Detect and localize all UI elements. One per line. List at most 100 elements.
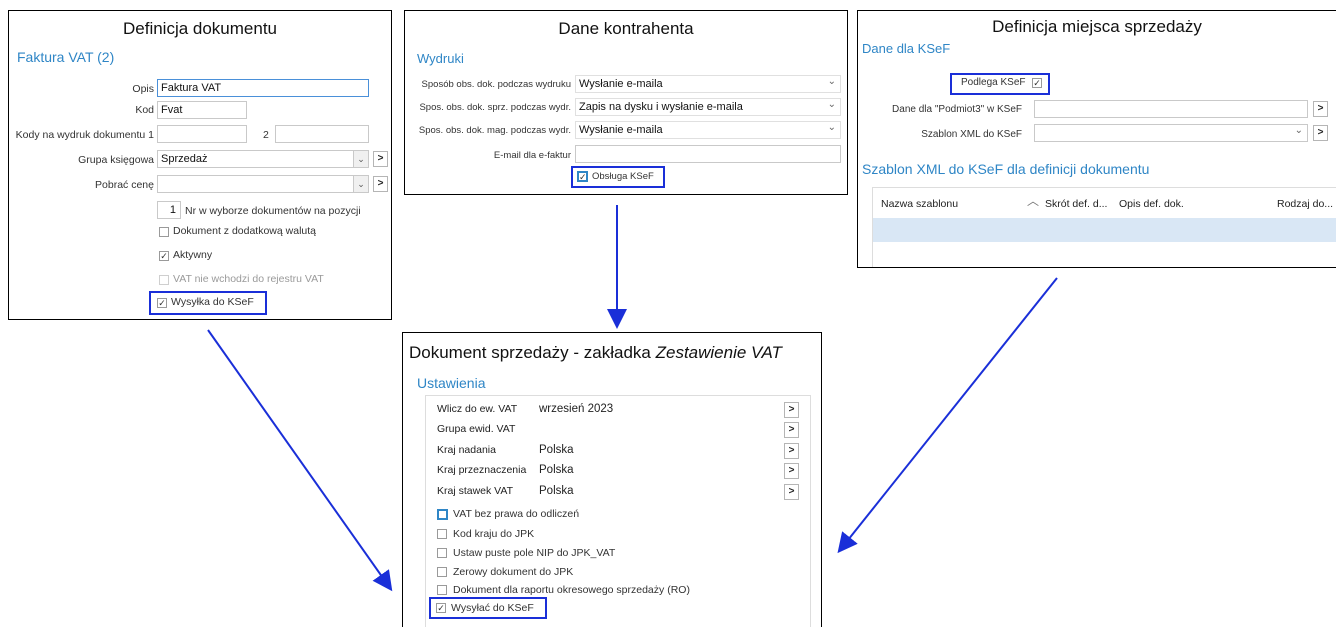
zerowy-label: Zerowy dokument do JPK bbox=[453, 566, 574, 578]
panel-title: Dane kontrahenta bbox=[558, 19, 694, 38]
title-italic: Zestawienie VAT bbox=[655, 343, 782, 362]
grupa-ewid-open-button[interactable]: > bbox=[784, 422, 799, 438]
podmiot-label: Dane dla "Podmiot3" w KSeF bbox=[892, 104, 1022, 115]
vat-rejestr-checkbox[interactable] bbox=[159, 275, 169, 285]
kod-kraju-checkbox[interactable] bbox=[437, 529, 447, 539]
row-kraj-stawek-value: Polska bbox=[539, 485, 574, 497]
vat-bez-prawa-label: VAT bez prawa do odliczeń bbox=[453, 508, 580, 520]
chevron-down-icon[interactable]: ⌄ bbox=[353, 176, 368, 192]
panel-dokument-sprzedazy: Dokument sprzedaży - zakładka Zestawieni… bbox=[402, 332, 822, 627]
title-main: Dokument sprzedaży - zakładka bbox=[409, 343, 656, 362]
raport-ro-label: Dokument dla raportu okresowego sprzedaż… bbox=[453, 584, 690, 596]
wydruk-row-3-select[interactable]: Wysłanie e-maila ⌄ bbox=[575, 121, 841, 139]
wysylac-ksef-checkbox[interactable]: ✓ bbox=[436, 603, 446, 613]
section-title: Dane dla KSeF bbox=[862, 41, 951, 56]
puste-nip-checkbox[interactable] bbox=[437, 548, 447, 558]
section-title: Faktura VAT (2) bbox=[17, 49, 115, 65]
nr-input[interactable]: 1 bbox=[157, 201, 181, 219]
col-rodzaj[interactable]: Rodzaj do... bbox=[1277, 198, 1333, 210]
row-kraj-przezn-value: Polska bbox=[539, 464, 574, 476]
podmiot-open-button[interactable]: > bbox=[1313, 101, 1328, 117]
chevron-down-icon[interactable]: ⌄ bbox=[1295, 125, 1303, 140]
row-kraj-przezn-label: Kraj przeznaczenia bbox=[437, 464, 527, 476]
waluta-checkbox[interactable] bbox=[159, 227, 169, 237]
szablon-open-button[interactable]: > bbox=[1313, 125, 1328, 141]
kraj-stawek-open-button[interactable]: > bbox=[784, 484, 799, 500]
opis-label: Opis bbox=[132, 83, 154, 95]
email-label: E-mail dla e-faktur bbox=[493, 150, 571, 161]
aktywny-checkbox[interactable]: ✓ bbox=[159, 251, 169, 261]
email-input[interactable] bbox=[575, 145, 841, 163]
wydruk-row-3-label: Spos. obs. dok. mag. podczas wydr. bbox=[418, 125, 571, 136]
pobrac-select[interactable]: ⌄ bbox=[157, 175, 369, 193]
section-title: Wydruki bbox=[417, 51, 464, 66]
wydruk-row-1-select[interactable]: Wysłanie e-maila ⌄ bbox=[575, 75, 841, 93]
kody-num-2: 2 bbox=[263, 129, 269, 141]
wydruk-row-2-select[interactable]: Zapis na dysku i wysłanie e-maila ⌄ bbox=[575, 98, 841, 116]
szablon-select[interactable]: ⌄ bbox=[1034, 124, 1308, 142]
panel-definicja-dokumentu: Definicja dokumentu Faktura VAT (2) Opis… bbox=[8, 10, 392, 320]
chevron-down-icon[interactable]: ⌄ bbox=[353, 151, 368, 167]
podlega-label: Podlega KSeF bbox=[961, 77, 1026, 88]
obsluga-ksef-label: Obsługa KSeF bbox=[592, 171, 654, 182]
sort-up-icon[interactable]: ︿ bbox=[1027, 192, 1039, 209]
grupa-select[interactable]: Sprzedaż ⌄ bbox=[157, 150, 369, 168]
row-kraj-nadania-label: Kraj nadania bbox=[437, 444, 496, 456]
aktywny-label: Aktywny bbox=[173, 249, 213, 261]
vat-rejestr-label: VAT nie wchodzi do rejestru VAT bbox=[173, 273, 324, 285]
col-opis[interactable]: Opis def. dok. bbox=[1119, 198, 1184, 210]
col-skrot[interactable]: Skrót def. d... bbox=[1045, 198, 1107, 210]
wydruk-row-2-value: Zapis na dysku i wysłanie e-maila bbox=[579, 101, 743, 113]
arrow-doc-def bbox=[207, 329, 393, 592]
raport-ro-checkbox[interactable] bbox=[437, 585, 447, 595]
podlega-checkbox[interactable]: ✓ bbox=[1032, 78, 1042, 88]
pobrac-label: Pobrać cenę bbox=[95, 179, 154, 191]
wysylac-ksef-label: Wysyłać do KSeF bbox=[451, 602, 534, 614]
pobrac-open-button[interactable]: > bbox=[373, 176, 388, 192]
wlicz-open-button[interactable]: > bbox=[784, 402, 799, 418]
szablon-label: Szablon XML do KSeF bbox=[921, 129, 1022, 140]
kod-input[interactable]: Fvat bbox=[157, 101, 247, 119]
panel-definicja-miejsca: Definicja miejsca sprzedaży Dane dla KSe… bbox=[857, 10, 1336, 268]
grupa-value: Sprzedaż bbox=[161, 153, 208, 165]
wydruk-row-3-value: Wysłanie e-maila bbox=[579, 124, 663, 136]
kody-input-1[interactable] bbox=[157, 125, 247, 143]
chevron-down-icon[interactable]: ⌄ bbox=[828, 122, 836, 137]
panel-dane-kontrahenta: Dane kontrahenta Wydruki Sposób obs. dok… bbox=[404, 10, 848, 195]
wydruk-row-1-label: Sposób obs. dok. podczas wydruku bbox=[421, 79, 571, 90]
waluta-label: Dokument z dodatkową walutą bbox=[173, 225, 316, 237]
row-wlicz-value: wrzesień 2023 bbox=[539, 403, 614, 415]
podmiot-input[interactable] bbox=[1034, 100, 1308, 118]
wysylka-ksef-label: Wysyłka do KSeF bbox=[171, 296, 254, 308]
kraj-przezn-open-button[interactable]: > bbox=[784, 463, 799, 479]
kody-label: Kody na wydruk dokumentu 1 bbox=[15, 129, 154, 141]
vat-bez-prawa-checkbox[interactable] bbox=[437, 509, 448, 520]
grid-section-title: Szablon XML do KSeF dla definicji dokume… bbox=[862, 161, 1150, 177]
row-kraj-stawek-label: Kraj stawek VAT bbox=[437, 485, 514, 497]
col-nazwa[interactable]: Nazwa szablonu bbox=[881, 198, 958, 210]
szablon-grid[interactable]: Nazwa szablonu ︿ Skrót def. d... Opis de… bbox=[872, 187, 1336, 267]
panel-title: Definicja miejsca sprzedaży bbox=[992, 17, 1202, 36]
chevron-down-icon[interactable]: ⌄ bbox=[828, 99, 836, 114]
nr-label: Nr w wyborze dokumentów na pozycji bbox=[185, 205, 361, 217]
grid-selected-row[interactable] bbox=[873, 218, 1336, 242]
grupa-label: Grupa księgowa bbox=[78, 154, 154, 166]
wydruk-row-1-value: Wysłanie e-maila bbox=[579, 78, 663, 90]
arrow-miejsce bbox=[837, 277, 1058, 554]
panel-title: Definicja dokumentu bbox=[122, 19, 278, 38]
grupa-open-button[interactable]: > bbox=[373, 151, 388, 167]
kraj-nadania-open-button[interactable]: > bbox=[784, 443, 799, 459]
wydruk-row-2-label: Spos. obs. dok. sprz. podczas wydr. bbox=[419, 102, 571, 113]
panel-title: Dokument sprzedaży - zakładka Zestawieni… bbox=[409, 343, 782, 363]
section-title: Ustawienia bbox=[417, 375, 486, 391]
kod-kraju-label: Kod kraju do JPK bbox=[453, 528, 535, 540]
kody-input-2[interactable] bbox=[275, 125, 369, 143]
row-kraj-nadania-value: Polska bbox=[539, 444, 574, 456]
zerowy-checkbox[interactable] bbox=[437, 567, 447, 577]
row-wlicz-label: Wlicz do ew. VAT bbox=[437, 403, 518, 415]
puste-nip-label: Ustaw puste pole NIP do JPK_VAT bbox=[453, 547, 616, 559]
opis-input[interactable]: Faktura VAT bbox=[157, 79, 369, 97]
chevron-down-icon[interactable]: ⌄ bbox=[828, 76, 836, 91]
obsluga-ksef-checkbox[interactable]: ✓ bbox=[577, 171, 588, 182]
wysylka-ksef-checkbox[interactable]: ✓ bbox=[157, 298, 167, 308]
